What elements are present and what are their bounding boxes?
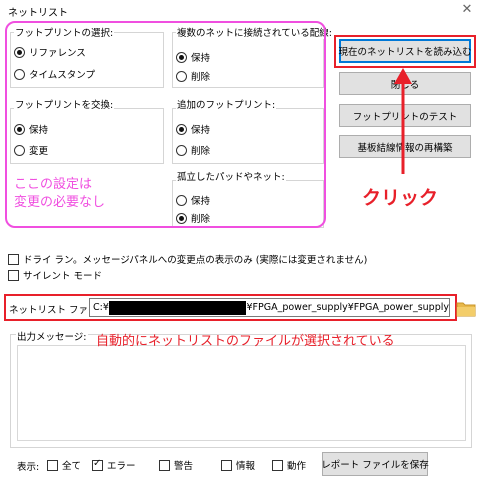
checkbox-indicator xyxy=(221,459,232,471)
filter-all-checkbox[interactable]: 全て xyxy=(47,458,81,472)
filter-error-checkbox[interactable]: エラー xyxy=(92,458,136,472)
dry-run-checkbox[interactable]: ドライ ラン。メッセージパネルへの変更点の表示のみ (実際には変更されません) xyxy=(8,252,367,266)
annotation-arrow-icon xyxy=(394,68,412,174)
title-bar xyxy=(0,0,480,22)
netlist-file-input[interactable]: C:¥ ¥FPGA_power_supply¥FPGA_power_supply xyxy=(89,298,450,317)
checkbox-indicator xyxy=(8,269,19,281)
folder-icon[interactable] xyxy=(456,300,476,317)
checkbox-indicator xyxy=(272,459,283,471)
redacted-path xyxy=(108,300,247,315)
checkbox-indicator xyxy=(47,459,58,471)
annotation-no-change-line2: 変更の必要なし xyxy=(14,195,106,210)
close-window-icon[interactable]: ✕ xyxy=(458,2,476,17)
filter-label: 表示: xyxy=(17,462,40,473)
checkbox-indicator xyxy=(92,458,103,471)
annotation-click: クリック xyxy=(362,187,439,209)
annotation-auto-selected: 自動的にネットリストのファイルが選択されている xyxy=(96,334,395,349)
filter-action-checkbox[interactable]: 動作 xyxy=(272,458,306,472)
silent-mode-checkbox[interactable]: サイレント モード xyxy=(8,268,102,282)
read-netlist-button[interactable]: 現在のネットリストを読み込む xyxy=(339,39,472,63)
save-report-button[interactable]: レポート ファイルを保存 xyxy=(321,452,429,476)
checkbox-indicator xyxy=(8,253,19,265)
filter-info-checkbox[interactable]: 情報 xyxy=(221,458,255,472)
checkbox-indicator xyxy=(159,459,170,471)
annotation-no-change-line1: ここの設定は xyxy=(14,177,93,192)
output-messages-panel[interactable] xyxy=(17,345,466,441)
filter-warning-checkbox[interactable]: 警告 xyxy=(159,458,193,472)
window-title: ネットリスト xyxy=(8,8,68,19)
output-messages-label: 出力メッセージ: xyxy=(16,329,88,343)
